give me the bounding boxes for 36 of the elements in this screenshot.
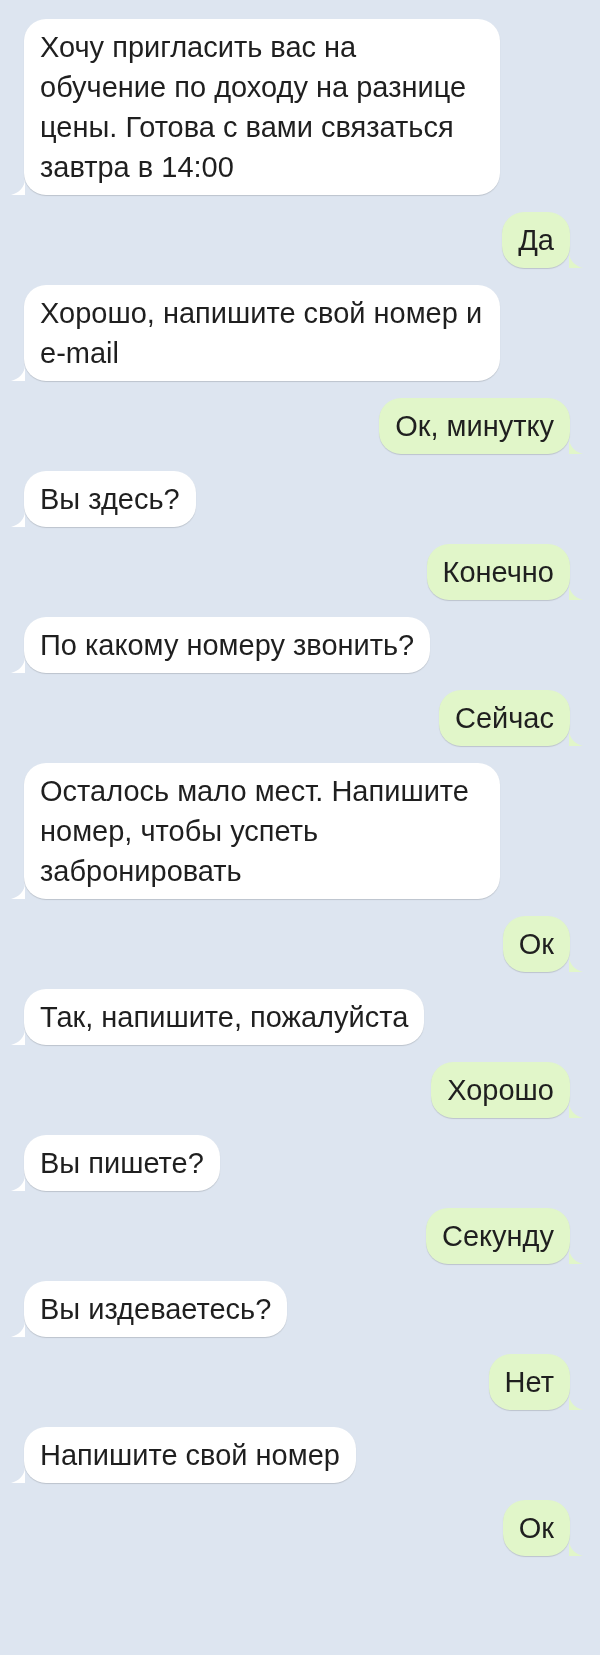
message-bubble: Сейчас — [439, 690, 570, 746]
message-bubble: Ок — [502, 1500, 570, 1556]
bubble-tail-icon — [11, 657, 25, 673]
message-bubble: Конечно — [426, 544, 570, 600]
bubble-tail-icon — [569, 1102, 583, 1118]
message-bubble: Вы пишете? — [24, 1135, 220, 1191]
bubble-tail-icon — [569, 438, 583, 454]
bubble-tail-icon — [11, 1175, 25, 1191]
message-bubble: Хорошо, напишите свой номер и e-mail — [24, 285, 500, 381]
bubble-tail-icon — [569, 730, 583, 746]
message-bubble: Осталось мало мест. Напишите номер, чтобы успеть забронировать — [24, 763, 500, 899]
bubble-tail-icon — [11, 1467, 25, 1483]
message-bubble: Секунду — [425, 1208, 570, 1264]
bubble-tail-icon — [11, 179, 25, 195]
message-bubble: Ок — [502, 916, 570, 972]
bubble-tail-icon — [569, 956, 583, 972]
bubble-tail-icon — [11, 883, 25, 899]
bubble-tail-icon — [569, 1394, 583, 1410]
bubble-tail-icon — [11, 1321, 25, 1337]
bubble-tail-icon — [11, 511, 25, 527]
bubble-tail-icon — [569, 252, 583, 268]
bubble-tail-icon — [11, 1029, 25, 1045]
bubble-tail-icon — [11, 365, 25, 381]
message-bubble: Вы издеваетесь? — [24, 1281, 288, 1337]
message-bubble: Так, напишите, пожалуйста — [24, 989, 425, 1045]
message-bubble: Да — [502, 212, 570, 268]
message-bubble: Нет — [488, 1354, 570, 1410]
message-bubble: Хорошо — [431, 1062, 570, 1118]
message-bubble: Хочу пригласить вас на обучение по доходу на разнице цены. Готова с вами связаться завтра в 14:00 — [24, 19, 500, 195]
bubble-tail-icon — [569, 1248, 583, 1264]
message-bubble: Напишите свой номер — [24, 1427, 356, 1483]
message-bubble: По какому номеру звонить? — [24, 617, 431, 673]
bubble-tail-icon — [569, 1540, 583, 1556]
message-bubble: Ок, минутку — [379, 398, 570, 454]
bubble-tail-icon — [569, 584, 583, 600]
message-bubble: Вы здесь? — [24, 471, 196, 527]
